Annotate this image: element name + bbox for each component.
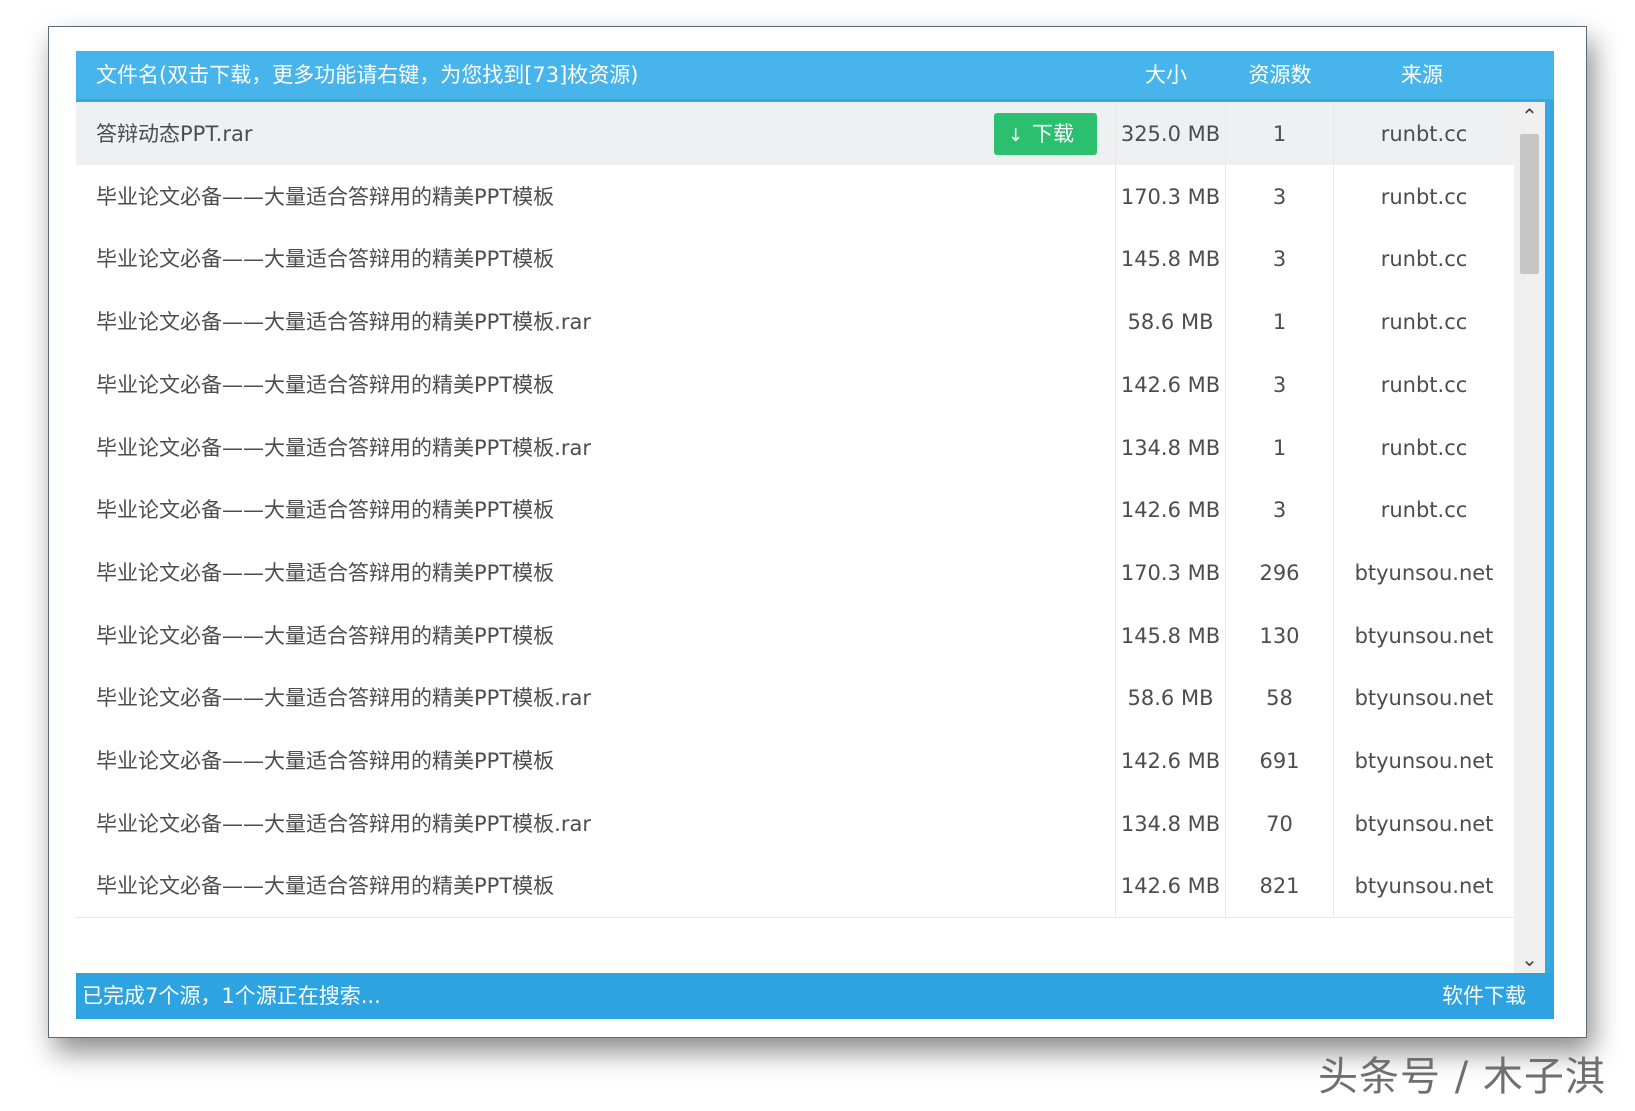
resource-count: 3 [1225,478,1333,542]
table-row[interactable]: 毕业论文必备——大量适合答辩用的精美PPT模板.rar 134.8 MB 70 bty… [76,792,1514,856]
source-site: btyunsou.net [1333,666,1514,730]
resource-count: 3 [1225,353,1333,417]
resource-count: 1 [1225,290,1333,354]
file-size: 134.8 MB [1115,792,1225,856]
column-header-source[interactable]: 来源 [1338,51,1506,99]
source-site: runbt.cc [1333,290,1514,354]
file-size: 142.6 MB [1115,854,1225,918]
source-site: runbt.cc [1333,227,1514,291]
vertical-scrollbar[interactable]: ⌃ ⌄ [1514,102,1545,973]
watermark-text: 头条号 / 木子淇 [1318,1054,1606,1100]
column-header-name[interactable]: 文件名(双击下载，更多功能请右键，为您找到[73]枚资源) [96,51,639,99]
results-list[interactable]: 答辩动态PPT.rar ↓ 下载 325.0 MB 1 runbt.cc 毕业论文必备——大… [76,102,1514,973]
source-site: runbt.cc [1333,165,1514,229]
file-size: 145.8 MB [1115,604,1225,668]
table-row[interactable]: 毕业论文必备——大量适合答辩用的精美PPT模板 142.6 MB 821 btyuns… [76,854,1514,918]
file-name: 毕业论文必备——大量适合答辩用的精美PPT模板 [96,247,555,271]
file-name: 毕业论文必备——大量适合答辩用的精美PPT模板 [96,624,555,648]
file-size: 134.8 MB [1115,416,1225,480]
resource-count: 70 [1225,792,1333,856]
status-bar: 已完成7个源，1个源正在搜索... 软件下载 [76,973,1554,1019]
file-name: 毕业论文必备——大量适合答辩用的精美PPT模板 [96,373,555,397]
resource-count: 691 [1225,729,1333,793]
file-name: 毕业论文必备——大量适合答辩用的精美PPT模板 [96,874,555,898]
table-row[interactable]: 毕业论文必备——大量适合答辩用的精美PPT模板.rar 58.6 MB 1 runbt… [76,290,1514,354]
file-size: 142.6 MB [1115,353,1225,417]
scroll-up-icon[interactable]: ⌃ [1514,102,1545,130]
file-size: 58.6 MB [1115,290,1225,354]
resource-count: 3 [1225,227,1333,291]
file-name: 毕业论文必备——大量适合答辩用的精美PPT模板.rar [96,686,591,710]
file-size: 142.6 MB [1115,729,1225,793]
software-download-link[interactable]: 软件下载 [1442,973,1526,1019]
table-row[interactable]: 毕业论文必备——大量适合答辩用的精美PPT模板 170.3 MB 296 btyuns… [76,541,1514,605]
table-header: 文件名(双击下载，更多功能请右键，为您找到[73]枚资源) 大小 资源数 来源 [76,51,1554,99]
file-name: 毕业论文必备——大量适合答辩用的精美PPT模板 [96,498,555,522]
file-name: 毕业论文必备——大量适合答辩用的精美PPT模板 [96,185,555,209]
file-name: 毕业论文必备——大量适合答辩用的精美PPT模板 [96,749,555,773]
source-site: btyunsou.net [1333,604,1514,668]
table-row[interactable]: 毕业论文必备——大量适合答辩用的精美PPT模板 170.3 MB 3 runbt.cc [76,165,1514,229]
table-row[interactable]: 毕业论文必备——大量适合答辩用的精美PPT模板.rar 58.6 MB 58 btyu… [76,666,1514,730]
column-header-size[interactable]: 大小 [1112,51,1220,99]
resource-count: 58 [1225,666,1333,730]
table-row[interactable]: 毕业论文必备——大量适合答辩用的精美PPT模板 142.6 MB 3 runbt.cc [76,353,1514,417]
file-size: 145.8 MB [1115,227,1225,291]
download-button[interactable]: ↓ 下载 [994,113,1097,155]
column-header-count[interactable]: 资源数 [1226,51,1334,99]
table-row[interactable]: 毕业论文必备——大量适合答辩用的精美PPT模板 145.8 MB 3 runbt.cc [76,227,1514,291]
resource-count: 821 [1225,854,1333,918]
source-site: btyunsou.net [1333,792,1514,856]
search-results-panel: 文件名(双击下载，更多功能请右键，为您找到[73]枚资源) 大小 资源数 来源 … [76,51,1554,1019]
source-site: runbt.cc [1333,478,1514,542]
file-size: 142.6 MB [1115,478,1225,542]
resource-count: 1 [1225,102,1333,166]
resource-count: 296 [1225,541,1333,605]
source-site: runbt.cc [1333,416,1514,480]
file-name: 毕业论文必备——大量适合答辩用的精美PPT模板.rar [96,812,591,836]
file-name: 毕业论文必备——大量适合答辩用的精美PPT模板 [96,561,555,585]
resource-count: 1 [1225,416,1333,480]
file-name: 毕业论文必备——大量适合答辩用的精美PPT模板.rar [96,310,591,334]
scroll-thumb[interactable] [1520,134,1539,274]
table-row[interactable]: 答辩动态PPT.rar ↓ 下载 325.0 MB 1 runbt.cc [76,102,1514,166]
resource-count: 3 [1225,165,1333,229]
file-size: 58.6 MB [1115,666,1225,730]
file-name: 毕业论文必备——大量适合答辩用的精美PPT模板.rar [96,436,591,460]
source-site: btyunsou.net [1333,729,1514,793]
source-site: btyunsou.net [1333,541,1514,605]
table-row[interactable]: 毕业论文必备——大量适合答辩用的精美PPT模板 142.6 MB 691 btyuns… [76,729,1514,793]
resource-count: 130 [1225,604,1333,668]
status-text: 已完成7个源，1个源正在搜索... [82,984,381,1008]
file-size: 325.0 MB [1115,102,1225,166]
source-site: btyunsou.net [1333,854,1514,918]
table-row[interactable]: 毕业论文必备——大量适合答辩用的精美PPT模板 142.6 MB 3 runbt.cc [76,478,1514,542]
file-size: 170.3 MB [1115,165,1225,229]
file-size: 170.3 MB [1115,541,1225,605]
file-name: 答辩动态PPT.rar [96,122,253,146]
download-button-label: 下载 [1032,122,1074,146]
source-site: runbt.cc [1333,102,1514,166]
download-arrow-icon: ↓ [1008,125,1024,146]
table-row[interactable]: 毕业论文必备——大量适合答辩用的精美PPT模板.rar 134.8 MB 1 runb… [76,416,1514,480]
source-site: runbt.cc [1333,353,1514,417]
scroll-down-icon[interactable]: ⌄ [1514,945,1545,973]
table-row[interactable]: 毕业论文必备——大量适合答辩用的精美PPT模板 145.8 MB 130 btyuns… [76,604,1514,668]
